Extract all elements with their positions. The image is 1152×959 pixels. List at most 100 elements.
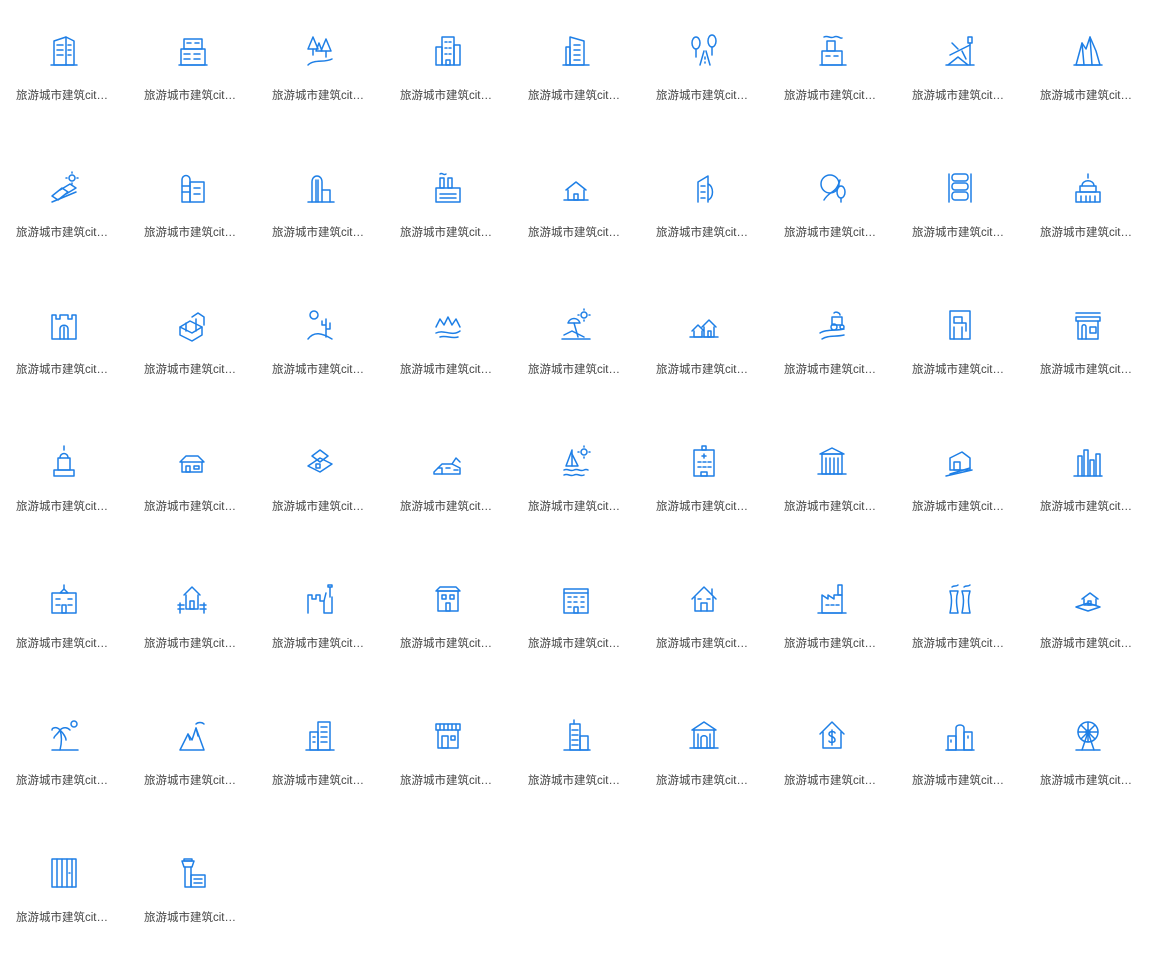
icon-tile[interactable]: 旅游城市建筑citymetro (640, 548, 768, 685)
icon-tile[interactable]: 旅游城市建筑citymetro (896, 274, 1024, 411)
columns-hall-icon (816, 444, 848, 480)
icon-tile[interactable]: 旅游城市建筑citymetro (768, 0, 896, 137)
office-building-icon (48, 33, 80, 69)
icon-tile[interactable]: 旅游城市建筑citymetro (512, 411, 640, 548)
icon-tile[interactable]: 旅游城市建筑citymetro (0, 411, 128, 548)
icon-tile[interactable]: 旅游城市建筑citymetro (256, 548, 384, 685)
beach-umbrella-icon (560, 307, 592, 343)
icon-tile[interactable]: 旅游城市建筑citymetro (256, 0, 384, 137)
icon-tile[interactable]: 旅游城市建筑citymetro (512, 685, 640, 822)
shop-building-icon (176, 33, 208, 69)
icon-tile[interactable]: 旅游城市建筑citymetro (640, 137, 768, 274)
icon-tile[interactable]: 旅游城市建筑citymetro (768, 274, 896, 411)
icon-label: 旅游城市建筑citymetro (144, 912, 240, 924)
sailboat-sea-icon (560, 444, 592, 480)
icon-tile[interactable]: 旅游城市建筑citymetro (384, 548, 512, 685)
cooling-towers-icon (944, 581, 976, 617)
icon-tile[interactable]: 旅游城市建筑citymetro (256, 411, 384, 548)
icon-label: 旅游城市建筑citymetro (528, 90, 624, 102)
icon-tile[interactable]: 旅游城市建筑citymetro (0, 548, 128, 685)
icon-label: 旅游城市建筑citymetro (16, 638, 112, 650)
icon-label: 旅游城市建筑citymetro (656, 90, 752, 102)
icon-tile[interactable]: 旅游城市建筑citymetro (0, 0, 128, 137)
icon-label: 旅游城市建筑citymetro (16, 90, 112, 102)
icon-tile[interactable]: 旅游城市建筑citymetro (512, 548, 640, 685)
icon-label: 旅游城市建筑citymetro (1040, 364, 1136, 376)
icon-label: 旅游城市建筑citymetro (400, 364, 496, 376)
icon-tile[interactable]: 旅游城市建筑citymetro (1024, 411, 1152, 548)
icon-tile[interactable]: 旅游城市建筑citymetro (896, 548, 1024, 685)
icon-label: 旅游城市建筑citymetro (400, 90, 496, 102)
icon-tile[interactable]: 旅游城市建筑citymetro (128, 274, 256, 411)
icon-tile[interactable]: 旅游城市建筑citymetro (896, 685, 1024, 822)
icon-tile[interactable]: 旅游城市建筑citymetro (640, 411, 768, 548)
icon-label: 旅游城市建筑citymetro (1040, 638, 1136, 650)
icon-tile[interactable]: 旅游城市建筑citymetro (1024, 274, 1152, 411)
apartment-block-icon (560, 581, 592, 617)
icon-label: 旅游城市建筑citymetro (400, 227, 496, 239)
icon-label: 旅游城市建筑citymetro (144, 775, 240, 787)
icon-tile[interactable]: 旅游城市建筑citymetro (256, 274, 384, 411)
icon-tile[interactable]: 旅游城市建筑citymetro (768, 685, 896, 822)
icon-tile[interactable]: 旅游城市建筑citymetro (128, 685, 256, 822)
icon-tile[interactable]: 旅游城市建筑citymetro (512, 137, 640, 274)
icon-tile[interactable]: 旅游城市建筑citymetro (384, 411, 512, 548)
icon-tile[interactable]: 旅游城市建筑citymetro (128, 0, 256, 137)
lake-mountains-icon (432, 307, 464, 343)
icon-tile[interactable]: 旅游城市建筑citymetro (640, 0, 768, 137)
icon-tile[interactable]: 旅游城市建筑citymetro (1024, 548, 1152, 685)
icon-tile[interactable]: 旅游城市建筑citymetro (896, 411, 1024, 548)
control-tower-icon (176, 855, 208, 891)
icon-tile[interactable]: 旅游城市建筑citymetro (768, 548, 896, 685)
icon-tile[interactable]: 旅游城市建筑citymetro (896, 137, 1024, 274)
wardrobe-gate-icon (48, 855, 80, 891)
solar-field-icon (48, 170, 80, 206)
park-path-icon (816, 170, 848, 206)
icon-tile[interactable]: 旅游城市建筑citymetro (256, 685, 384, 822)
stacked-tanks-icon (944, 170, 976, 206)
icon-tile[interactable]: 旅游城市建筑citymetro (128, 411, 256, 548)
icon-tile[interactable]: 旅游城市建筑citymetro (384, 685, 512, 822)
icon-label: 旅游城市建筑citymetro (912, 227, 1008, 239)
icon-label: 旅游城市建筑citymetro (528, 227, 624, 239)
icon-tile[interactable]: 旅游城市建筑citymetro (128, 137, 256, 274)
icon-tile[interactable]: 旅游城市建筑citymetro (0, 822, 128, 959)
skyscraper-icon (560, 33, 592, 69)
fortress-icon (304, 581, 336, 617)
icon-tile[interactable]: 旅游城市建筑citymetro (384, 274, 512, 411)
icon-tile[interactable]: 旅游城市建筑citymetro (1024, 685, 1152, 822)
icon-tile[interactable]: 旅游城市建筑citymetro (256, 137, 384, 274)
city-skyline-icon (1072, 444, 1104, 480)
icon-tile[interactable]: 旅游城市建筑citymetro (128, 822, 256, 959)
icon-tile[interactable]: 旅游城市建筑citymetro (1024, 0, 1152, 137)
icon-label: 旅游城市建筑citymetro (528, 775, 624, 787)
icon-label: 旅游城市建筑citymetro (144, 501, 240, 513)
icon-tile[interactable]: 旅游城市建筑citymetro (640, 274, 768, 411)
icon-tile[interactable]: 旅游城市建筑citymetro (0, 274, 128, 411)
icon-tile[interactable]: 旅游城市建筑citymetro (384, 0, 512, 137)
icon-tile[interactable]: 旅游城市建筑citymetro (640, 685, 768, 822)
icon-tile[interactable]: 旅游城市建筑citymetro (768, 411, 896, 548)
icon-tile[interactable]: 旅游城市建筑citymetro (512, 0, 640, 137)
city-buildings-icon (432, 33, 464, 69)
icon-label: 旅游城市建筑citymetro (272, 775, 368, 787)
icon-tile[interactable]: 旅游城市建筑citymetro (896, 0, 1024, 137)
icon-label: 旅游城市建筑citymetro (400, 501, 496, 513)
icon-label: 旅游城市建筑citymetro (656, 638, 752, 650)
icon-tile[interactable]: 旅游城市建筑citymetro (768, 137, 896, 274)
icon-tile[interactable]: 旅游城市建筑citymetro (128, 548, 256, 685)
icon-tile[interactable]: 旅游城市建筑citymetro (384, 137, 512, 274)
icon-tile[interactable]: 旅游城市建筑citymetro (0, 685, 128, 822)
icon-label: 旅游城市建筑citymetro (16, 912, 112, 924)
island-house-icon (1072, 581, 1104, 617)
icon-tile[interactable]: 旅游城市建筑citymetro (1024, 137, 1152, 274)
icon-label: 旅游城市建筑citymetro (784, 227, 880, 239)
tall-hotel-icon (560, 718, 592, 754)
cottage-icon (304, 444, 336, 480)
icon-tile[interactable]: 旅游城市建筑citymetro (512, 274, 640, 411)
tree-road-icon (688, 33, 720, 69)
industrial-plant-icon (432, 170, 464, 206)
icon-grid: 旅游城市建筑citymetro 旅游城市建筑citymetro 旅游城市建筑city… (0, 0, 1152, 959)
bank-building-icon (688, 718, 720, 754)
icon-tile[interactable]: 旅游城市建筑citymetro (0, 137, 128, 274)
